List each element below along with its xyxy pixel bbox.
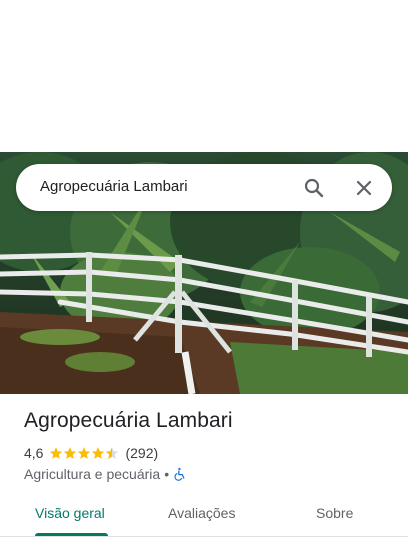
search-bar[interactable]: Agropecuária Lambari: [16, 164, 392, 211]
tab-overview[interactable]: Visão geral: [35, 505, 105, 521]
review-count[interactable]: (292): [125, 445, 158, 461]
tab-reviews[interactable]: Avaliações: [168, 505, 235, 521]
map-blank-area: [0, 0, 408, 152]
half-star-icon: [106, 447, 119, 459]
star-icon: [78, 447, 91, 459]
star-icon: [92, 447, 105, 459]
rating-value: 4,6: [24, 445, 44, 461]
separator-dot: •: [164, 466, 170, 482]
star-rating: [49, 446, 119, 460]
star-icon: [50, 447, 63, 459]
wheelchair-accessible-icon[interactable]: [173, 467, 187, 481]
category-row: Agricultura e pecuária •: [24, 465, 187, 483]
place-category[interactable]: Agricultura e pecuária: [24, 466, 160, 482]
place-title: Agropecuária Lambari: [24, 409, 233, 432]
tab-divider: [0, 536, 408, 537]
close-icon[interactable]: [352, 176, 376, 200]
search-icon[interactable]: [302, 176, 326, 200]
star-icon: [64, 447, 77, 459]
search-query[interactable]: Agropecuária Lambari: [40, 178, 188, 195]
rating-row[interactable]: 4,6 (292): [24, 444, 158, 462]
tab-about[interactable]: Sobre: [316, 505, 353, 521]
